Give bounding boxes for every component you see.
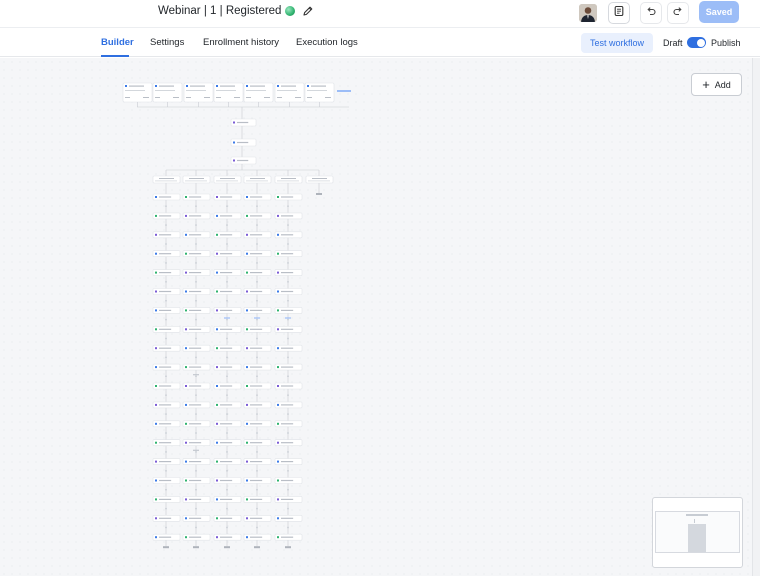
top-bar: Webinar | 1 | Registered Saved xyxy=(0,0,760,27)
title-separator: | xyxy=(219,5,223,17)
minimap-viewport[interactable] xyxy=(655,511,740,553)
title-name: Webinar xyxy=(158,5,201,17)
saved-button[interactable]: Saved xyxy=(699,1,739,23)
redo-icon xyxy=(672,4,684,22)
tab-enrollment-history[interactable]: Enrollment history xyxy=(203,37,279,48)
minimap-branches xyxy=(688,524,706,552)
tab-execution-logs[interactable]: Execution logs xyxy=(296,37,358,48)
document-icon xyxy=(613,4,625,22)
minimap[interactable] xyxy=(652,497,743,568)
undo-icon xyxy=(645,4,657,22)
publish-label: Publish xyxy=(711,38,741,48)
title-version: 1 xyxy=(210,5,217,17)
avatar[interactable] xyxy=(579,4,597,22)
publish-toggle[interactable] xyxy=(687,37,706,48)
workflow-canvas[interactable] xyxy=(0,58,752,576)
pencil-icon[interactable] xyxy=(302,5,314,17)
active-tab-indicator xyxy=(101,55,129,57)
tab-settings[interactable]: Settings xyxy=(150,37,184,48)
notes-button[interactable] xyxy=(608,2,630,24)
add-label: Add xyxy=(714,79,731,90)
minimap-trigger-row xyxy=(686,514,708,516)
green-dot-icon xyxy=(285,6,296,16)
undo-button[interactable] xyxy=(640,2,662,24)
draft-label: Draft xyxy=(663,38,683,48)
canvas-scrollbar[interactable] xyxy=(752,58,760,576)
tab-builder[interactable]: Builder xyxy=(101,37,134,48)
test-workflow-button[interactable]: Test workflow xyxy=(581,33,653,53)
redo-button[interactable] xyxy=(667,2,689,24)
plus-icon: + xyxy=(702,77,710,92)
title-separator: | xyxy=(203,5,207,17)
workflow-title[interactable]: Webinar | 1 | Registered xyxy=(158,5,314,17)
tabs-bar: Builder Settings Enrollment history Exec… xyxy=(0,27,760,57)
add-button[interactable]: + Add xyxy=(691,73,742,96)
minimap-connector xyxy=(694,519,695,523)
title-status: Registered xyxy=(225,5,282,17)
